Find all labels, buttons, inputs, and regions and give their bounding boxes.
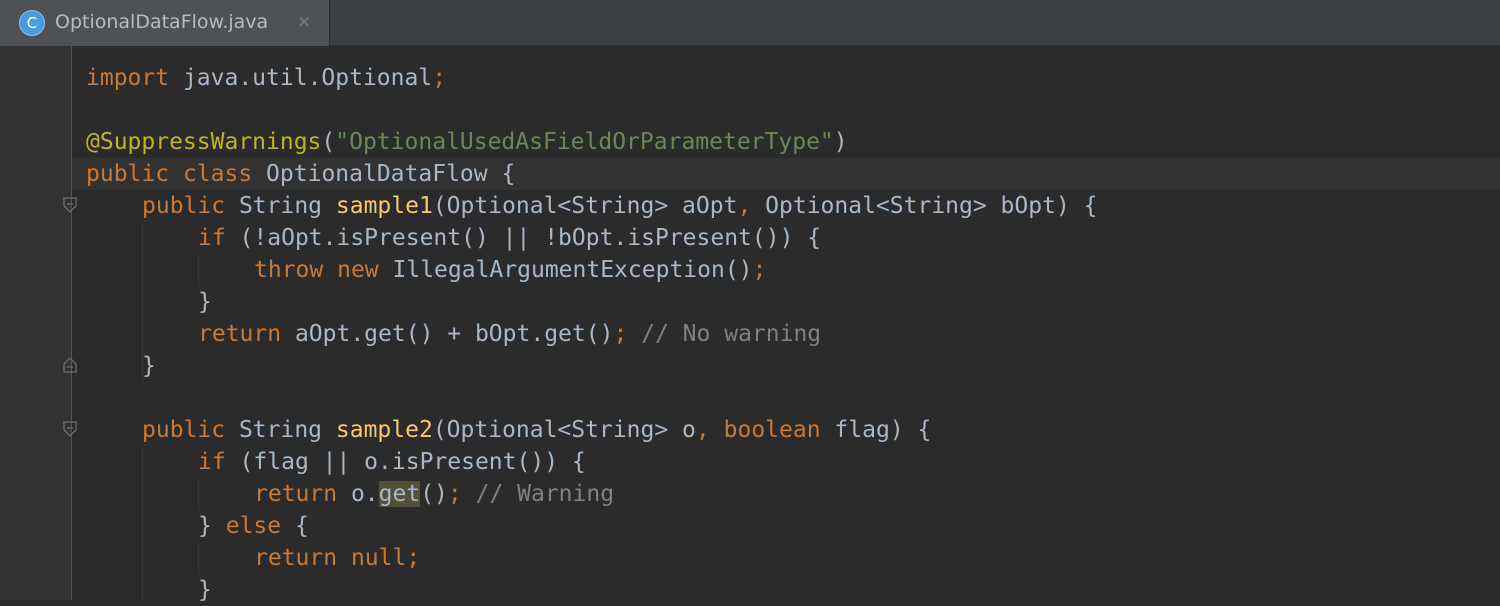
- fold-end-icon[interactable]: [63, 357, 77, 373]
- code-editor[interactable]: import java.util.Optional; @SuppressWarn…: [0, 46, 1500, 603]
- code-line: return null;: [254, 545, 421, 571]
- code-line: return aOpt.get() + bOpt.get(); // No wa…: [198, 321, 822, 347]
- code-line: }: [198, 289, 212, 315]
- code-line: throw new IllegalArgumentException();: [254, 257, 767, 283]
- fold-collapse-icon[interactable]: [63, 197, 77, 213]
- java-class-icon: C: [19, 10, 45, 36]
- code-area[interactable]: import java.util.Optional; @SuppressWarn…: [86, 46, 1496, 603]
- code-line: }: [142, 353, 156, 379]
- tab-optional-data-flow[interactable]: C OptionalDataFlow.java ×: [0, 0, 330, 46]
- warning-highlight: get: [378, 481, 421, 507]
- code-line: if (flag || o.isPresent()) {: [198, 449, 586, 475]
- code-line: import java.util.Optional;: [86, 65, 447, 91]
- editor-tab-bar: C OptionalDataFlow.java ×: [0, 0, 1500, 46]
- code-line: public String sample1(Optional<String> a…: [142, 193, 1098, 219]
- code-line: @SuppressWarnings("OptionalUsedAsFieldOr…: [86, 129, 848, 155]
- code-line: return o.get(); // Warning: [254, 481, 615, 507]
- code-line: } else {: [198, 513, 309, 539]
- code-line: public class OptionalDataFlow {: [86, 161, 516, 187]
- fold-collapse-icon[interactable]: [63, 421, 77, 437]
- code-line: public String sample2(Optional<String> o…: [142, 417, 932, 443]
- class-icon-letter: C: [26, 13, 38, 32]
- code-line: }: [198, 577, 212, 603]
- close-icon[interactable]: ×: [297, 12, 311, 32]
- code-line: if (!aOpt.isPresent() || !bOpt.isPresent…: [198, 225, 822, 251]
- editor-gutter: [0, 46, 77, 600]
- tab-title: OptionalDataFlow.java: [55, 11, 269, 33]
